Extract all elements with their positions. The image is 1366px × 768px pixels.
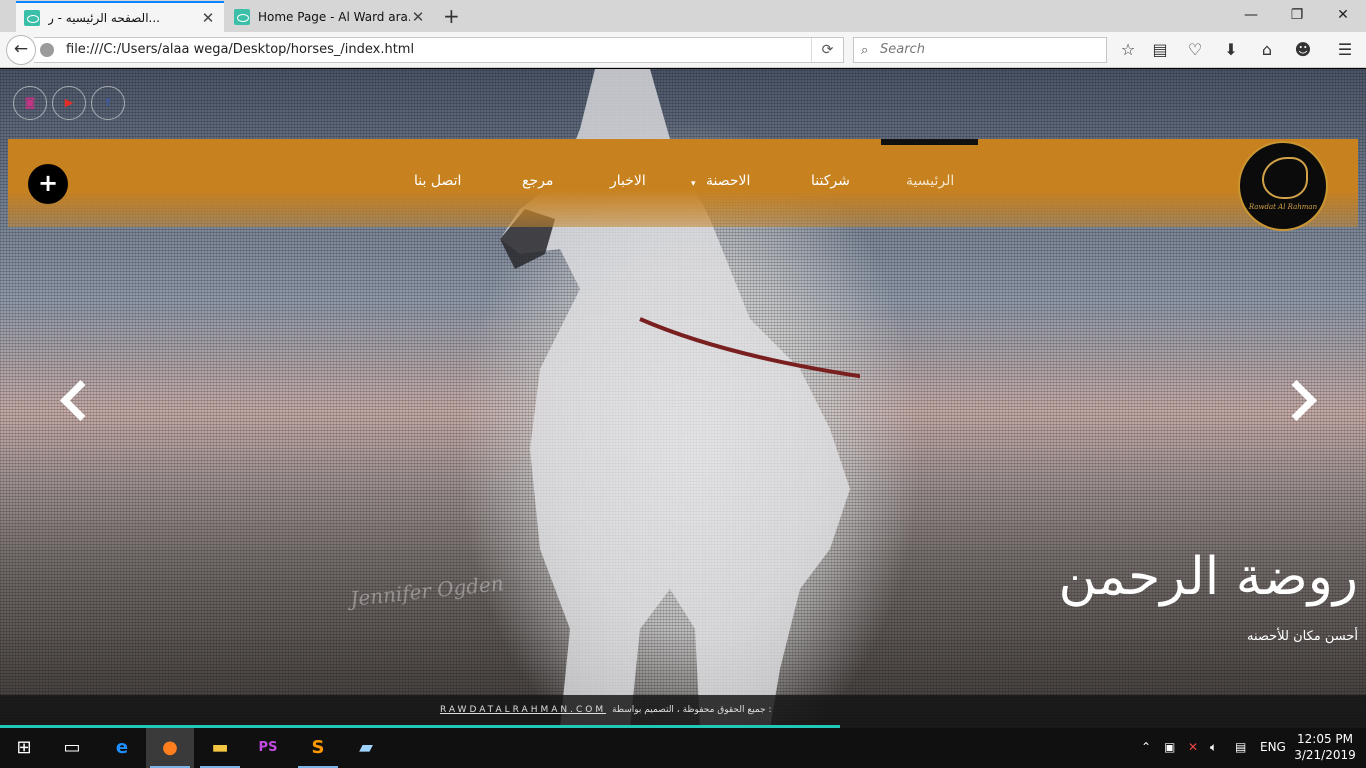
sublime-text-icon[interactable]: S [294, 728, 342, 768]
hero-title: روضة الرحمن [1058, 547, 1358, 607]
phpstorm-icon[interactable]: PS [244, 728, 292, 768]
browser-tab-al-ward[interactable]: Home Page - Al Ward ara... ✕ [226, 1, 434, 32]
task-view-icon[interactable]: ▭ [48, 728, 96, 768]
address-url: file:///C:/Users/alaa wega/Desktop/horse… [66, 42, 415, 57]
slider-next-arrow-icon[interactable] [1280, 376, 1320, 426]
language-indicator[interactable]: ENG [1260, 740, 1286, 754]
tab-title: الصفحه الرئيسيه - ر... [48, 10, 160, 25]
active-nav-indicator [881, 139, 978, 145]
file-explorer-icon[interactable]: ▬ [196, 728, 244, 768]
plus-menu-button[interactable]: + [28, 164, 68, 204]
volume-icon[interactable]: 🔈︎ [1210, 740, 1217, 755]
nav-item-home[interactable]: الرئيسية [906, 173, 954, 189]
site-logo[interactable]: Rawdat Al Rahman [1238, 141, 1328, 231]
search-placeholder: Search [880, 42, 925, 57]
footer-site-link[interactable]: RAWDATALRAHMAN.COM [440, 705, 606, 715]
footer-copyright: RAWDATALRAHMAN.COM جميع الحقوق محفوظة ، … [440, 705, 772, 715]
network-icon[interactable]: ▣ [1164, 740, 1175, 754]
clock-date: 3/21/2019 [1294, 748, 1356, 762]
notepad-icon[interactable]: ▰ [342, 728, 390, 768]
show-hidden-icons-icon[interactable]: ⌃ [1141, 740, 1151, 754]
facebook-glyph: f [105, 96, 111, 109]
youtube-icon[interactable]: ▶ [52, 86, 86, 120]
system-clock[interactable]: 12:05 PM 3/21/2019 [1290, 731, 1360, 763]
nav-item-company[interactable]: شركتنا [811, 173, 850, 189]
home-icon[interactable]: ⌂ [1255, 39, 1279, 61]
web-page: ◙ ▶ f + الرئيسية شركتنا الاحصنة ▾ الاخبا… [0, 69, 1366, 728]
windows-taskbar: ⊞ ▭ e ● ▬ PS S ▰ ⌃ ▣ ✕ 🔈︎ ▤ ENG 12:05 PM… [0, 728, 1366, 768]
browser-tab-home-arabic[interactable]: الصفحه الرئيسيه - ر... ✕ [16, 1, 224, 32]
new-tab-button[interactable]: + [443, 4, 460, 28]
search-bar[interactable]: ⌕ Search [853, 37, 1107, 63]
firefox-icon[interactable]: ● [146, 728, 194, 768]
nav-item-reference[interactable]: مرجع [522, 173, 553, 189]
dropdown-indicator-icon: ▾ [691, 179, 696, 189]
slider-prev-arrow-icon[interactable] [56, 376, 96, 426]
site-favicon-icon [24, 9, 40, 26]
emoji-icon[interactable]: ☻ [1291, 39, 1315, 61]
site-favicon-icon [234, 8, 250, 25]
youtube-glyph: ▶ [64, 96, 74, 109]
minimize-window-button[interactable]: — [1228, 0, 1274, 32]
nav-item-horses[interactable]: الاحصنة [706, 173, 750, 189]
bookmark-star-icon[interactable]: ☆ [1116, 39, 1140, 61]
nav-item-news[interactable]: الاخبار [610, 173, 646, 189]
close-tab-icon[interactable]: ✕ [200, 9, 216, 27]
address-bar[interactable]: file:///C:/Users/alaa wega/Desktop/horse… [34, 37, 844, 63]
search-icon: ⌕ [861, 43, 869, 58]
instagram-icon[interactable]: ◙ [13, 86, 47, 120]
restore-window-button[interactable]: ❐ [1274, 0, 1320, 32]
pocket-icon[interactable]: ♡ [1183, 39, 1207, 61]
download-icon[interactable]: ⬇ [1219, 39, 1243, 61]
horse-head-logo-icon [1262, 157, 1308, 199]
clock-time: 12:05 PM [1297, 732, 1353, 746]
nav-item-contact[interactable]: اتصل بنا [414, 173, 461, 189]
photo-watermark: Jennifer Ogden [349, 571, 505, 611]
reload-icon[interactable]: ⟳ [811, 38, 843, 62]
back-button[interactable]: ← [6, 35, 36, 65]
instagram-glyph: ◙ [24, 96, 36, 109]
menu-icon[interactable]: ☰ [1333, 39, 1357, 61]
reader-view-icon[interactable]: ▤ [1148, 39, 1172, 61]
page-info-icon[interactable] [40, 43, 54, 57]
logo-text: Rawdat Al Rahman [1248, 203, 1318, 211]
footer-text: جميع الحقوق محفوظة ، التصميم بواسطة : [612, 705, 772, 715]
close-window-button[interactable]: ✕ [1320, 0, 1366, 32]
close-tab-icon[interactable]: ✕ [410, 8, 426, 26]
site-header: + الرئيسية شركتنا الاحصنة ▾ الاخبار مرجع… [8, 139, 1358, 231]
hero-subtitle: أحسن مكان للأحصنه [1247, 629, 1358, 644]
facebook-icon[interactable]: f [91, 86, 125, 120]
tab-title: Home Page - Al Ward ara... [258, 9, 410, 24]
windows-start-icon[interactable]: ⊞ [0, 728, 48, 768]
site-footer: RAWDATALRAHMAN.COM جميع الحقوق محفوظة ، … [0, 695, 1366, 728]
edge-icon[interactable]: e [98, 728, 146, 768]
notifications-icon[interactable]: ▤ [1235, 740, 1246, 754]
wifi-icon[interactable]: ✕ [1188, 740, 1198, 754]
browser-tab-bar: الصفحه الرئيسيه - ر... ✕ Home Page - Al … [0, 0, 1366, 32]
slide-progress-bar [0, 725, 841, 728]
